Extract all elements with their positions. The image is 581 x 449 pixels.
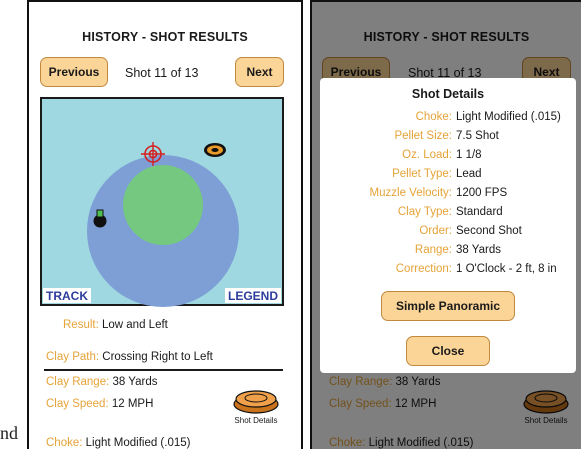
clay-pigeon-icon xyxy=(233,390,279,414)
clay-speed-label: Clay Speed: xyxy=(46,398,109,410)
detail-label: Clay Type: xyxy=(397,206,452,218)
clay-path-value: Crossing Right to Left xyxy=(102,351,213,363)
choke-value: Light Modified (.015) xyxy=(85,437,191,449)
clay-path-label: Clay Path: xyxy=(46,351,100,363)
shot-details-label: Shot Details xyxy=(234,416,278,425)
result-row: Result: Low and Left xyxy=(63,319,168,331)
detail-value: Light Modified (.015) xyxy=(456,111,561,123)
simple-panoramic-button[interactable]: Simple Panoramic xyxy=(381,291,515,321)
page-title: HISTORY - SHOT RESULTS xyxy=(82,30,248,44)
detail-label: Correction: xyxy=(395,263,452,275)
detail-label: Pellet Size: xyxy=(394,130,452,142)
detail-label: Pellet Type: xyxy=(392,168,452,180)
clay-range-value: 38 Yards xyxy=(112,376,158,388)
track-button[interactable]: TRACK xyxy=(43,288,91,303)
detail-value: 38 Yards xyxy=(456,244,501,256)
divider xyxy=(44,369,283,371)
left-screen: HISTORY - SHOT RESULTS Previous Shot 11 … xyxy=(27,0,303,449)
detail-value: Standard xyxy=(456,206,503,218)
legend-button[interactable]: LEGEND xyxy=(224,288,281,303)
detail-value: 1 1/8 xyxy=(456,149,482,161)
clay-path-row: Clay Path: Crossing Right to Left xyxy=(46,351,213,363)
target-diagram: TRACK LEGEND xyxy=(40,97,284,307)
clay-range-label: Clay Range: xyxy=(46,376,110,388)
detail-value: 1200 FPS xyxy=(456,187,508,199)
clay-speed-value: 12 MPH xyxy=(111,398,154,410)
detail-label: Muzzle Velocity: xyxy=(369,187,452,199)
shot-details-dialog: Shot Details Choke: Light Modified (.015… xyxy=(320,78,576,373)
close-button[interactable]: Close xyxy=(406,336,490,366)
result-label: Result: xyxy=(63,319,99,331)
inner-ring xyxy=(123,165,203,245)
detail-value: Lead xyxy=(456,168,482,180)
shot-details-button[interactable]: Shot Details xyxy=(228,387,284,427)
detail-label: Oz. Load: xyxy=(402,149,452,161)
detail-value: 7.5 Shot xyxy=(456,130,499,142)
right-screen: HISTORY - SHOT RESULTS Previous Shot 11 … xyxy=(310,0,581,449)
shot-counter: Shot 11 of 13 xyxy=(125,66,199,80)
choke-label: Choke: xyxy=(46,437,83,449)
detail-value: Second Shot xyxy=(456,225,522,237)
clay-target-icon xyxy=(204,143,226,157)
clay-range-row: Clay Range: 38 Yards xyxy=(46,376,157,388)
dialog-title: Shot Details xyxy=(411,87,485,101)
detail-label: Choke: xyxy=(415,111,452,123)
crosshair-icon xyxy=(141,142,165,166)
result-value: Low and Left xyxy=(102,319,168,331)
next-button[interactable]: Next xyxy=(235,57,284,87)
detail-label: Range: xyxy=(414,244,452,256)
choke-row: Choke: Light Modified (.015) xyxy=(46,437,190,449)
detail-label: Order: xyxy=(419,225,452,237)
shot-pellet-icon xyxy=(93,209,107,228)
detail-value: 1 O'Clock - 2 ft, 8 in xyxy=(456,263,557,275)
previous-button[interactable]: Previous xyxy=(40,57,108,87)
stray-text: nd xyxy=(0,423,18,443)
clay-speed-row: Clay Speed: 12 MPH xyxy=(46,398,153,410)
